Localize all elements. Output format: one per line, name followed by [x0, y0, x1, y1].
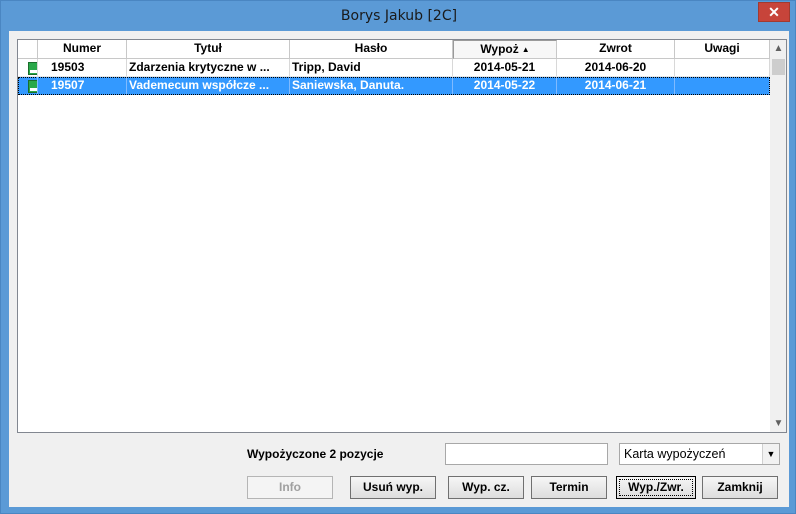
column-header-uwagi[interactable]: Uwagi: [675, 40, 770, 59]
view-select-value: Karta wypożyczeń: [624, 447, 726, 461]
title-bar[interactable]: Borys Jakub [2C] ✕: [1, 1, 796, 31]
client-area: Numer Tytuł Hasło Wypoż ▲ Zwrot Uwagi 195…: [9, 31, 789, 507]
book-icon: [28, 80, 37, 93]
cell-zwrot: 2014-06-21: [557, 77, 675, 94]
table-row[interactable]: 19503 Zdarzenia krytyczne w ... Tripp, D…: [18, 59, 770, 77]
scroll-down-icon[interactable]: ▼: [770, 415, 786, 432]
column-header-haslo[interactable]: Hasło: [290, 40, 453, 59]
close-dialog-button[interactable]: Zamknij: [702, 476, 778, 499]
column-header-icon: [18, 40, 38, 59]
cell-haslo: Tripp, David: [290, 59, 453, 76]
cell-uwagi: [675, 77, 770, 94]
close-button[interactable]: ✕: [758, 2, 790, 22]
search-input[interactable]: [445, 443, 608, 465]
info-button[interactable]: Info: [247, 476, 333, 499]
window-title: Borys Jakub [2C]: [340, 8, 458, 24]
column-header-wypoz[interactable]: Wypoż ▲: [453, 40, 557, 59]
list-header: Numer Tytuł Hasło Wypoż ▲ Zwrot Uwagi: [18, 40, 770, 59]
chevron-down-icon[interactable]: ▼: [762, 444, 779, 464]
list-rows: 19503 Zdarzenia krytyczne w ... Tripp, D…: [18, 59, 770, 95]
view-select[interactable]: Karta wypożyczeń ▼: [619, 443, 780, 465]
scroll-up-icon[interactable]: ▲: [770, 40, 786, 57]
sort-ascending-icon: ▲: [521, 45, 530, 54]
loans-list[interactable]: Numer Tytuł Hasło Wypoż ▲ Zwrot Uwagi 195…: [17, 39, 787, 433]
cell-haslo: Saniewska, Danuta.: [290, 77, 453, 94]
column-header-tytul[interactable]: Tytuł: [127, 40, 290, 59]
remove-loan-button[interactable]: Usuń wyp.: [350, 476, 436, 499]
partial-loan-button[interactable]: Wyp. cz.: [448, 476, 524, 499]
scroll-thumb[interactable]: [772, 59, 785, 75]
book-icon: [28, 62, 37, 75]
row-icon-cell: [18, 77, 38, 94]
cell-tytul: Zdarzenia krytyczne w ...: [127, 59, 290, 76]
cell-wypoz: 2014-05-22: [453, 77, 557, 94]
column-header-numer[interactable]: Numer: [38, 40, 127, 59]
loan-count-label: Wypożyczone 2 pozycje: [247, 447, 384, 461]
dialog-window: Borys Jakub [2C] ✕ Numer Tytuł Hasło Wyp…: [0, 0, 796, 514]
column-header-zwrot[interactable]: Zwrot: [557, 40, 675, 59]
due-date-button[interactable]: Termin: [531, 476, 607, 499]
table-row[interactable]: 19507 Vademecum współcze ... Saniewska, …: [18, 77, 770, 95]
vertical-scrollbar[interactable]: ▲ ▼: [770, 40, 786, 432]
cell-tytul: Vademecum współcze ...: [127, 77, 290, 94]
loan-return-button[interactable]: Wyp./Zwr.: [616, 476, 696, 499]
cell-zwrot: 2014-06-20: [557, 59, 675, 76]
row-icon-cell: [18, 59, 38, 76]
cell-numer: 19507: [38, 77, 127, 94]
cell-uwagi: [675, 59, 770, 76]
cell-wypoz: 2014-05-21: [453, 59, 557, 76]
cell-numer: 19503: [38, 59, 127, 76]
